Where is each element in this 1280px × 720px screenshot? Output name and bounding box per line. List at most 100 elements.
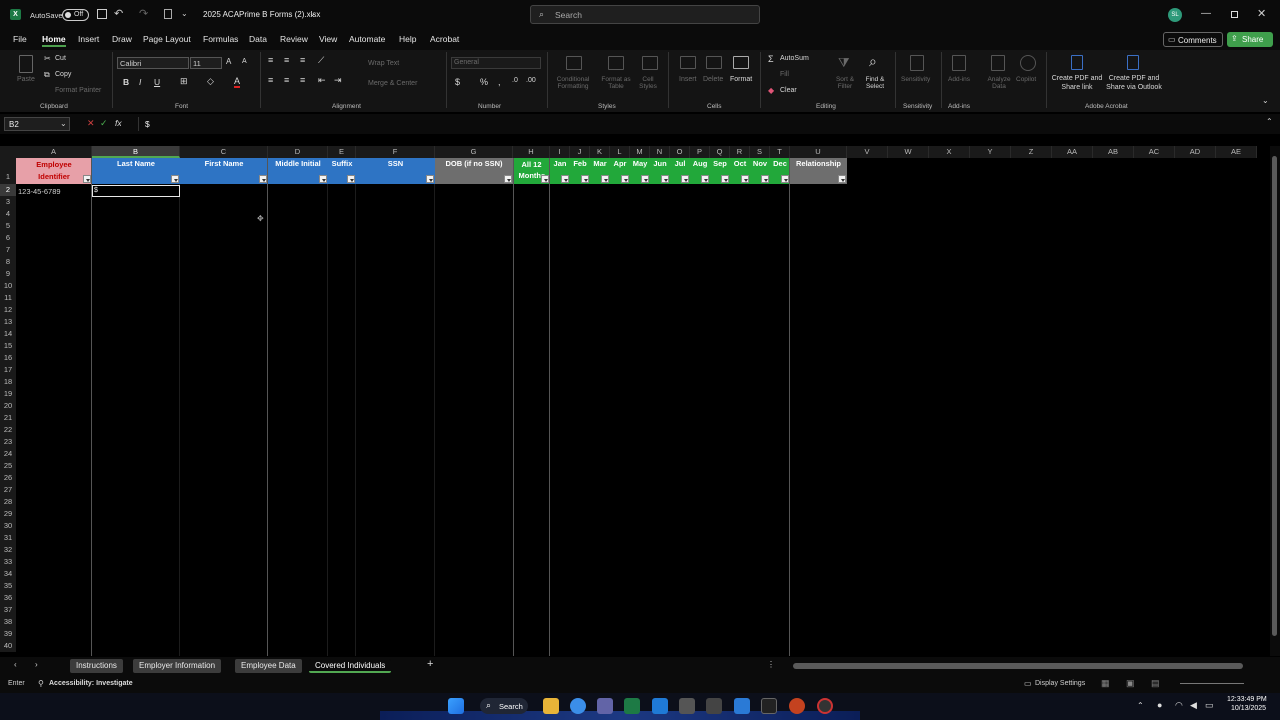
row-header-12[interactable]: 12 [0, 304, 16, 316]
filename-chevron-icon[interactable]: ⌄ [309, 9, 316, 18]
filter-dropdown-icon[interactable] [741, 175, 749, 183]
insert-cells-icon[interactable] [680, 56, 696, 69]
format-table-icon[interactable] [608, 56, 624, 70]
filter-dropdown-icon[interactable] [681, 175, 689, 183]
header-month-feb[interactable]: Feb [570, 158, 590, 184]
cut-button[interactable]: Cut [55, 55, 66, 62]
row-header-11[interactable]: 11 [0, 292, 16, 304]
more-options-icon[interactable]: ⋮ [767, 660, 775, 669]
header-suffix[interactable]: Suffix [328, 158, 356, 184]
filter-dropdown-icon[interactable] [701, 175, 709, 183]
menu-view[interactable]: View [319, 34, 337, 44]
comma-icon[interactable]: , [498, 77, 501, 87]
filter-dropdown-icon[interactable] [721, 175, 729, 183]
menu-draw[interactable]: Draw [112, 34, 132, 44]
row-header-26[interactable]: 26 [0, 472, 16, 484]
file-name[interactable]: 2025 ACAPrime B Forms (2).xlsx [203, 10, 320, 19]
align-center-icon[interactable]: ≡ [284, 75, 289, 85]
column-header-v[interactable]: V [847, 146, 888, 158]
menu-help[interactable]: Help [399, 34, 416, 44]
copilot-button[interactable]: Copilot [1016, 76, 1036, 83]
row-header-6[interactable]: 6 [0, 232, 16, 244]
column-header-aa[interactable]: AA [1052, 146, 1093, 158]
font-size-select[interactable]: 11 [190, 57, 222, 69]
align-middle-icon[interactable]: ≡ [284, 55, 289, 65]
menu-automate[interactable]: Automate [349, 34, 385, 44]
align-left-icon[interactable]: ≡ [268, 75, 273, 85]
row-header-3[interactable]: 3 [0, 196, 16, 208]
minimize-icon[interactable]: — [1201, 8, 1211, 19]
row-header-21[interactable]: 21 [0, 412, 16, 424]
column-header-j[interactable]: J [570, 146, 590, 158]
column-header-u[interactable]: U [790, 146, 847, 158]
autosave-toggle[interactable]: Off [62, 9, 89, 21]
column-header-a[interactable]: A [16, 146, 92, 158]
avatar[interactable]: SL [1168, 8, 1182, 22]
bold-icon[interactable]: B [123, 77, 129, 87]
row-header-27[interactable]: 27 [0, 484, 16, 496]
header-middle-initial[interactable]: Middle Initial [268, 158, 328, 184]
create-pdf-icon[interactable] [1071, 55, 1083, 70]
font-color-icon[interactable]: A [234, 76, 241, 88]
menu-data[interactable]: Data [249, 34, 267, 44]
row-header-9[interactable]: 9 [0, 268, 16, 280]
terminal-icon[interactable] [761, 698, 777, 714]
row-header-1[interactable]: 1 [0, 158, 16, 184]
row-header-23[interactable]: 23 [0, 436, 16, 448]
row-header-8[interactable]: 8 [0, 256, 16, 268]
addins-button[interactable]: Add-ins [948, 76, 970, 83]
header-month-jun[interactable]: Jun [650, 158, 670, 184]
row-header-7[interactable]: 7 [0, 244, 16, 256]
filter-dropdown-icon[interactable] [426, 175, 434, 183]
column-header-x[interactable]: X [929, 146, 970, 158]
format-as-table-button[interactable]: Format as Table [596, 76, 636, 90]
autosum-button[interactable]: AutoSum [780, 55, 809, 62]
row-header-29[interactable]: 29 [0, 508, 16, 520]
row-header-19[interactable]: 19 [0, 388, 16, 400]
name-box[interactable]: B2 ⌄ [4, 117, 70, 131]
clear-button[interactable]: Clear [780, 87, 797, 94]
header-dob[interactable]: DOB (if no SSN) [435, 158, 513, 184]
align-bottom-icon[interactable]: ≡ [300, 55, 305, 65]
decrease-decimal-icon[interactable]: .00 [526, 77, 536, 84]
display-settings-button[interactable]: Display Settings [1035, 680, 1085, 687]
column-header-h[interactable]: H [513, 146, 550, 158]
column-header-ab[interactable]: AB [1093, 146, 1134, 158]
menu-formulas[interactable]: Formulas [203, 34, 238, 44]
insert-cells-button[interactable]: Insert [679, 76, 697, 83]
wrap-text-button[interactable]: Wrap Text [368, 60, 399, 67]
row-header-38[interactable]: 38 [0, 616, 16, 628]
header-first-name[interactable]: First Name [180, 158, 268, 184]
percent-icon[interactable]: % [480, 77, 488, 87]
row-header-28[interactable]: 28 [0, 496, 16, 508]
column-header-t[interactable]: T [770, 146, 790, 158]
redo-icon[interactable]: ↷ [139, 7, 148, 20]
header-month-oct[interactable]: Oct [730, 158, 750, 184]
filter-dropdown-icon[interactable] [641, 175, 649, 183]
add-sheet-icon[interactable]: + [427, 658, 433, 670]
header-relationship[interactable]: Relationship [790, 158, 847, 184]
teams-icon[interactable] [597, 698, 613, 714]
row-header-13[interactable]: 13 [0, 316, 16, 328]
tray-chevron-icon[interactable]: ⌃ [1137, 701, 1144, 710]
row-header-36[interactable]: 36 [0, 592, 16, 604]
copy-button[interactable]: Copy [55, 71, 71, 78]
delete-cells-icon[interactable] [706, 56, 722, 69]
filter-dropdown-icon[interactable] [601, 175, 609, 183]
increase-font-icon[interactable]: A [226, 57, 231, 66]
row-header-22[interactable]: 22 [0, 424, 16, 436]
active-cell-b2[interactable]: $ [92, 185, 180, 197]
menu-review[interactable]: Review [280, 34, 308, 44]
filter-dropdown-icon[interactable] [319, 175, 327, 183]
create-pdf-outlook-button[interactable]: Create PDF and Share via Outlook [1103, 74, 1165, 92]
sensitivity-icon[interactable] [910, 55, 924, 71]
row-header-5[interactable]: 5 [0, 220, 16, 232]
share-button[interactable]: ⇪ Share [1227, 32, 1273, 47]
row-header-14[interactable]: 14 [0, 328, 16, 340]
filter-dropdown-icon[interactable] [581, 175, 589, 183]
format-cells-button[interactable]: Format [730, 76, 752, 83]
vertical-scroll-thumb[interactable] [1272, 156, 1277, 636]
chrome-icon[interactable] [570, 698, 586, 714]
formula-input[interactable]: $ [138, 117, 1260, 131]
conditional-formatting-icon[interactable] [566, 56, 582, 70]
